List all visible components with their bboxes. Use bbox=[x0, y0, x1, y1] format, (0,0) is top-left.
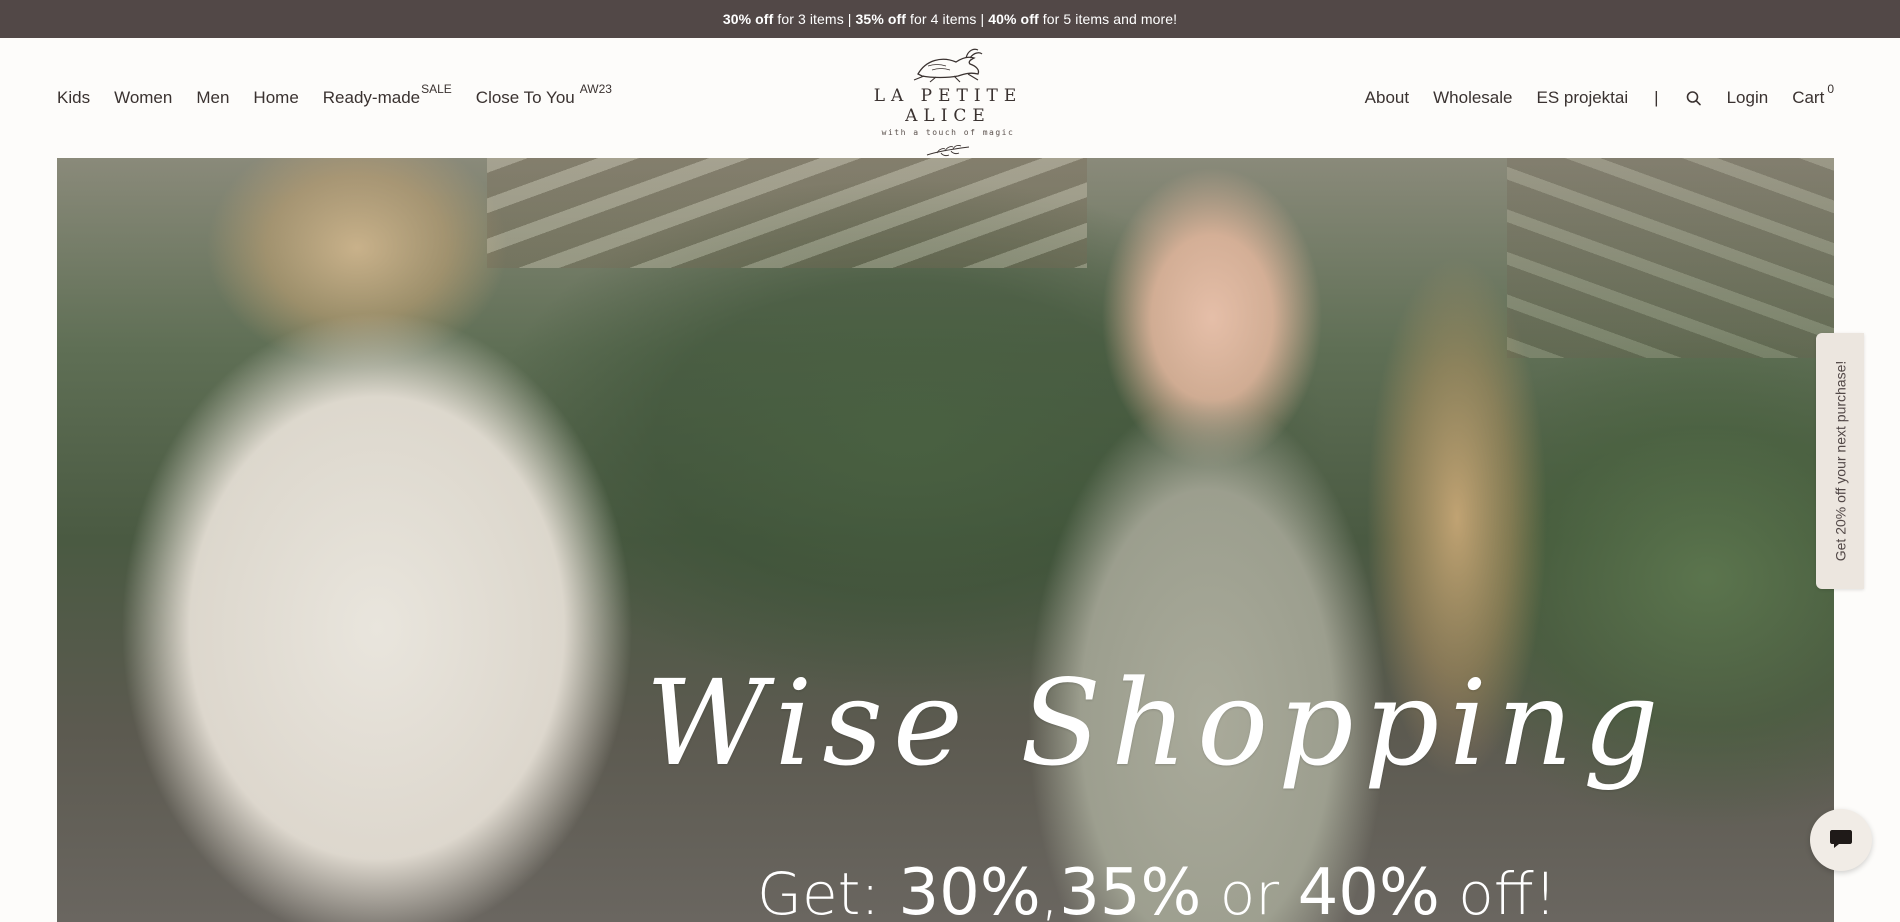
sale-badge: SALE bbox=[421, 82, 452, 96]
nav-women[interactable]: Women bbox=[114, 88, 172, 108]
discount-side-tab-label: Get 20% off your next purchase! bbox=[1832, 360, 1848, 562]
promo-35-bold: 35% off bbox=[855, 11, 907, 27]
cart-link[interactable]: Cart 0 bbox=[1792, 83, 1834, 108]
nav-wholesale[interactable]: Wholesale bbox=[1433, 88, 1512, 108]
nav-men[interactable]: Men bbox=[196, 88, 229, 108]
hero-offer-or: or bbox=[1219, 860, 1280, 922]
site-header: Kids Women Men Home Ready-made SALE Close… bbox=[0, 38, 1900, 158]
nav-home[interactable]: Home bbox=[253, 88, 298, 108]
promo-35-text: for 4 items bbox=[910, 11, 977, 27]
hero-offer-40: 40% bbox=[1297, 856, 1440, 922]
logo-title: LA PETITE ALICE bbox=[873, 86, 1023, 126]
aw23-badge: AW23 bbox=[579, 82, 612, 96]
utility-nav: About Wholesale ES projektai | Login Car… bbox=[1341, 83, 1834, 108]
hero-offer-comma: , bbox=[1040, 860, 1060, 922]
cart-count: 0 bbox=[1827, 82, 1834, 96]
promo-separator: | bbox=[980, 11, 985, 27]
discount-side-tab[interactable]: Get 20% off your next purchase! bbox=[1816, 333, 1864, 589]
hero-greenhouse-roof bbox=[487, 158, 1087, 268]
promo-30-bold: 30% off bbox=[722, 11, 774, 27]
promo-separator: | bbox=[847, 11, 852, 27]
nav-ready-made-label: Ready-made bbox=[322, 88, 421, 107]
hero-offer-suffix: off! bbox=[1458, 860, 1557, 922]
nav-about[interactable]: About bbox=[1365, 88, 1409, 108]
nav-es-projects[interactable]: ES projektai bbox=[1536, 88, 1628, 108]
chat-bubble-icon bbox=[1828, 825, 1854, 856]
nav-close-to-you[interactable]: Close To You AW23 bbox=[475, 83, 612, 108]
chat-button[interactable] bbox=[1810, 809, 1872, 871]
promo-30-text: for 3 items bbox=[777, 11, 844, 27]
nav-kids[interactable]: Kids bbox=[57, 88, 90, 108]
hare-icon bbox=[862, 46, 1034, 84]
nav-close-to-you-label: Close To You bbox=[475, 88, 575, 107]
hero-banner[interactable]: Wise Shopping Get: 30%,35% or 40% off! bbox=[57, 158, 1834, 922]
cart-label: Cart bbox=[1792, 88, 1825, 107]
promo-bar: 30% off for 3 items | 35% off for 4 item… bbox=[0, 0, 1900, 38]
promo-40-bold: 40% off bbox=[988, 11, 1039, 27]
sprig-icon bbox=[862, 143, 1034, 159]
hero-script-title: Wise Shopping bbox=[645, 654, 1669, 792]
promo-40-text: for 5 items and more! bbox=[1042, 11, 1178, 27]
nav-ready-made[interactable]: Ready-made SALE bbox=[322, 83, 452, 108]
search-icon[interactable] bbox=[1685, 89, 1703, 107]
hero-offer: Get: 30%,35% or 40% off! bbox=[617, 858, 1697, 922]
hero-offer-30: 30% bbox=[898, 856, 1041, 922]
logo-tagline: with a touch of magic bbox=[881, 128, 1015, 137]
hero-offer-prefix: Get: bbox=[757, 860, 880, 922]
nav-login[interactable]: Login bbox=[1727, 88, 1769, 108]
hero-offer-35: 35% bbox=[1059, 856, 1202, 922]
site-logo[interactable]: LA PETITE ALICE with a touch of magic bbox=[862, 46, 1034, 157]
nav-divider: | bbox=[1654, 88, 1659, 107]
hero-greenhouse-roof-right bbox=[1507, 158, 1834, 358]
main-nav: Kids Women Men Home Ready-made SALE Close… bbox=[57, 83, 636, 108]
